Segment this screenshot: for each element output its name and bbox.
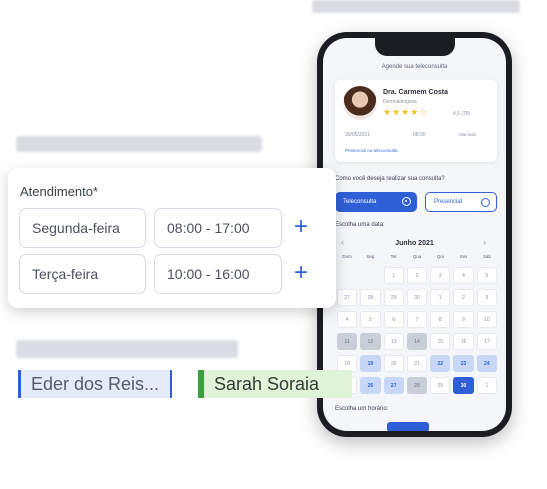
appointment-mode: Presencial ou teleconsulta (345, 148, 398, 153)
calendar-day[interactable]: 7 (406, 311, 428, 328)
calendar-day[interactable]: 29 (383, 289, 404, 306)
name-tag-eder: Eder dos Reis... (18, 370, 172, 398)
option-presencial-label: Presencial (434, 199, 463, 205)
calendar-day[interactable]: 17 (476, 333, 497, 350)
screen-title: Agende sua teleconsulta (381, 64, 448, 70)
calendar-day (360, 267, 380, 284)
plus-icon[interactable]: + (294, 215, 308, 239)
weekday-label: Sáb (482, 254, 491, 259)
calendar-day[interactable]: 4 (337, 311, 358, 328)
option-presencial[interactable]: Presencial (425, 192, 497, 212)
time-field-2[interactable]: 10:00 - 16:00 (154, 254, 282, 294)
chevron-right-icon[interactable]: › (483, 237, 486, 247)
calendar-day[interactable]: 24 (476, 355, 497, 372)
blurred-heading-mid (16, 136, 262, 152)
calendar-day[interactable]: 4 (453, 267, 474, 284)
calendar-month: Junho 2021 (395, 240, 434, 247)
calendar-day[interactable]: 2 (406, 267, 428, 284)
calendar-day[interactable]: 1 (430, 289, 451, 306)
calendar-day-selected[interactable]: 30 (453, 377, 474, 394)
calendar-day[interactable]: 22 (430, 355, 451, 372)
calendar-day[interactable]: 21 (406, 355, 428, 372)
calendar-day[interactable]: 12 (360, 333, 381, 350)
calendar-day[interactable]: 26 (360, 377, 381, 394)
weekday-label: Qua (412, 254, 422, 259)
doctor-card[interactable]: Dra. Carmem Costa Dermatologista ★★★★☆ 4… (335, 80, 497, 162)
time-field-1[interactable]: 08:00 - 17:00 (154, 208, 282, 248)
option-teleconsulta[interactable]: Teleconsulta (335, 192, 417, 212)
calendar-day[interactable]: 27 (337, 289, 358, 306)
appointment-status: Marcado (459, 132, 477, 137)
avatar (343, 86, 377, 120)
weekday-label: Qui (436, 254, 444, 259)
day-field-1[interactable]: Segunda-feira (19, 208, 146, 248)
time-slot-chip[interactable] (387, 422, 429, 431)
canvas: Agende sua teleconsulta Dra. Carmem Cost… (0, 0, 547, 489)
option-teleconsulta-label: Teleconsulta (343, 199, 377, 205)
calendar-day[interactable]: 10 (476, 311, 497, 328)
plus-icon[interactable]: + (294, 261, 308, 285)
calendar-day[interactable]: 15 (430, 333, 451, 350)
calendar-day[interactable]: 2 (453, 289, 474, 306)
schedule-title: Atendimento* (20, 184, 99, 199)
calendar-day[interactable]: 20 (383, 355, 404, 372)
rating-count: 4,5 (78) (453, 111, 471, 117)
calendar-day[interactable]: 27 (383, 377, 404, 394)
name-tag-sarah: Sarah Soraia (198, 370, 352, 398)
calendar-day[interactable]: 14 (406, 333, 428, 350)
weekday-label: Sex (459, 254, 468, 259)
calendar-day[interactable]: 3 (476, 289, 497, 306)
calendar-day[interactable]: 1 (383, 267, 404, 284)
pick-time-label: Escolha um horário: (335, 406, 389, 412)
calendar-day[interactable]: 16 (453, 333, 474, 350)
calendar-day[interactable]: 6 (383, 311, 404, 328)
consult-question: Como você deseja realizar sua consulta? (335, 176, 445, 182)
calendar-day[interactable]: 3 (430, 267, 451, 284)
phone-notch (374, 38, 455, 56)
calendar-day[interactable]: 13 (383, 333, 404, 350)
calendar-day[interactable]: 28 (406, 377, 428, 394)
calendar-grid: Dom Seg Ter Qua Qui Sex Sáb 1 2 3 4 5 27 28 29 30 1 2 3 4 5 6… (337, 254, 497, 394)
weekday-label: Ter (390, 254, 397, 259)
blurred-heading-top (312, 0, 520, 13)
weekday-label: Dom (342, 254, 352, 259)
doctor-specialty: Dermatologista (383, 99, 417, 105)
blurred-heading-low (16, 340, 238, 358)
calendar-day[interactable]: 29 (430, 377, 451, 394)
pick-date-label: Escolha uma data: (335, 222, 385, 228)
calendar-day[interactable]: 23 (453, 355, 474, 372)
calendar-day[interactable]: 1 (476, 377, 497, 394)
weekday-label: Seg (366, 254, 375, 259)
calendar-day[interactable]: 5 (360, 311, 381, 328)
radio-selected-icon (402, 197, 411, 206)
schedule-card: Atendimento* Segunda-feira 08:00 - 17:00… (8, 168, 336, 308)
appointment-time: 08:00 (413, 132, 426, 138)
star-rating-icon: ★★★★☆ (383, 107, 429, 117)
calendar-day[interactable]: 9 (453, 311, 474, 328)
calendar-day (337, 267, 357, 284)
calendar-day[interactable]: 30 (406, 289, 428, 306)
doctor-name: Dra. Carmem Costa (383, 89, 448, 96)
appointment-date: 30/05/2021 (345, 132, 371, 138)
calendar-day[interactable]: 5 (476, 267, 497, 284)
calendar-day[interactable]: 11 (337, 333, 358, 350)
calendar-day[interactable]: 28 (360, 289, 381, 306)
calendar-day[interactable]: 8 (430, 311, 451, 328)
day-field-2[interactable]: Terça-feira (19, 254, 146, 294)
radio-icon (481, 198, 490, 207)
calendar-day[interactable]: 19 (360, 355, 381, 372)
